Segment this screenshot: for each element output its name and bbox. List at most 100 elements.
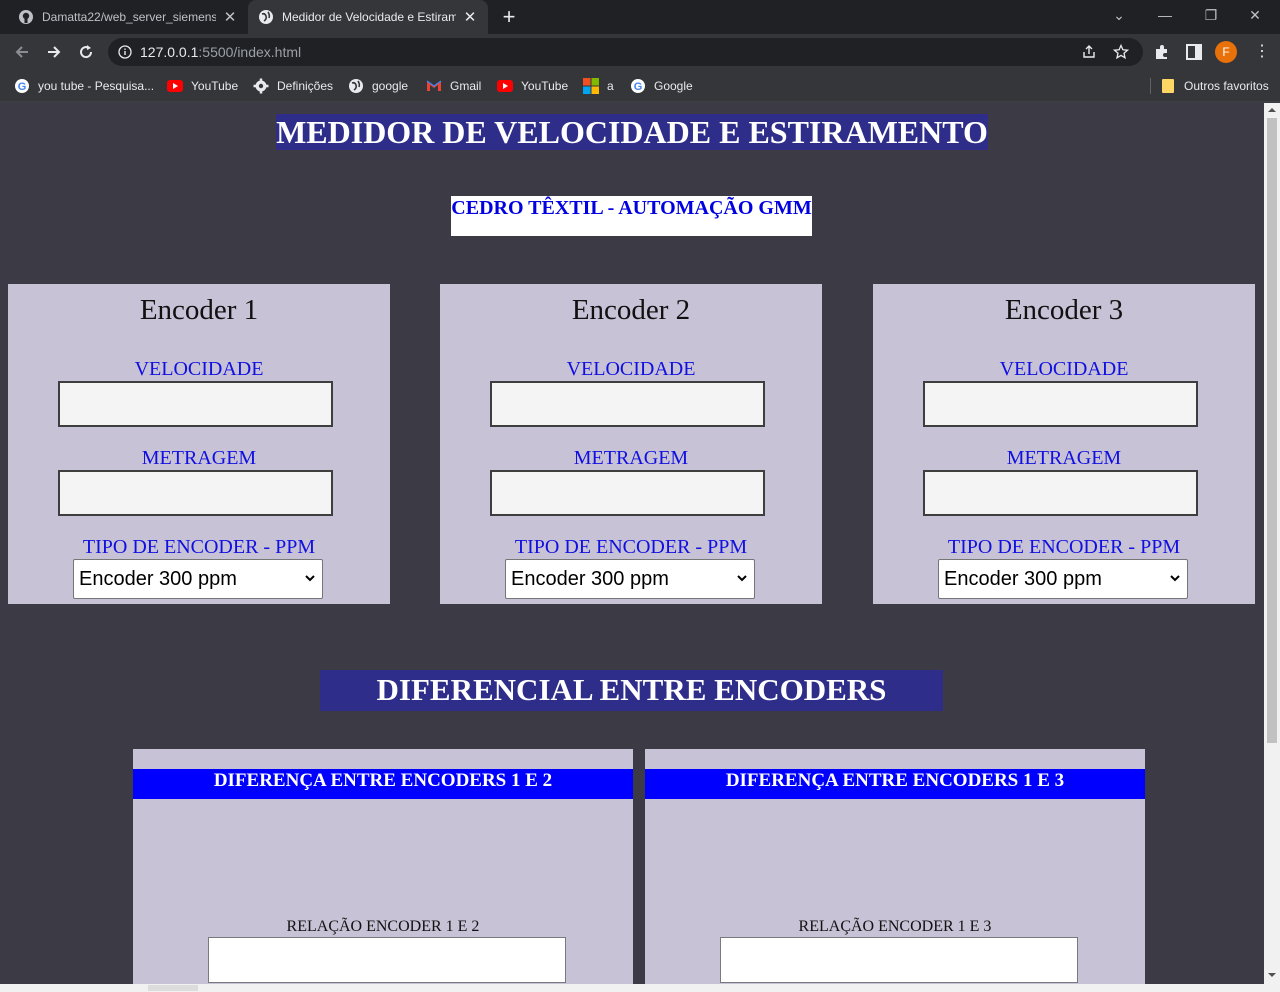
- back-icon[interactable]: [10, 40, 34, 64]
- length-field[interactable]: [923, 470, 1198, 516]
- close-tab-icon[interactable]: ✕: [462, 8, 478, 26]
- bookmarks-bar: G you tube - Pesquisa... YouTube Definiç…: [0, 70, 1280, 102]
- other-bookmarks[interactable]: Outros favoritos: [1160, 75, 1269, 97]
- bookmark-item[interactable]: Gmail: [426, 75, 481, 97]
- encoder-card-3: Encoder 3 VELOCIDADE METRAGEM TIPO DE EN…: [873, 284, 1255, 604]
- profile-avatar[interactable]: F: [1215, 41, 1237, 63]
- google-icon: G: [14, 78, 30, 94]
- svg-text:G: G: [634, 81, 643, 93]
- encoder-title: Encoder 2: [571, 294, 691, 326]
- chevron-down-icon: [305, 575, 315, 582]
- extensions-icon[interactable]: [1152, 42, 1172, 62]
- bookmark-label: Gmail: [450, 79, 482, 93]
- minimize-button[interactable]: —: [1142, 0, 1188, 30]
- side-panel-icon[interactable]: [1184, 42, 1204, 62]
- github-icon: [19, 10, 33, 24]
- vertical-scrollbar[interactable]: [1264, 103, 1280, 984]
- bookmark-item[interactable]: YouTube: [167, 75, 238, 97]
- tab-title: Medidor de Velocidade e Estiram: [282, 10, 456, 24]
- page-body: MEDIDOR DE VELOCIDADE E ESTIRAMENTO CEDR…: [0, 103, 1264, 984]
- bookmark-item[interactable]: google: [348, 75, 408, 97]
- diff-heading: DIFERENÇA ENTRE ENCODERS 1 E 2: [133, 769, 633, 799]
- scroll-down-icon[interactable]: [1264, 969, 1280, 981]
- bookmark-item[interactable]: Definições: [253, 75, 333, 97]
- svg-text:G: G: [18, 81, 27, 93]
- tab-strip: Damatta22/web_server_siemens ✕ Medidor d…: [0, 0, 1280, 34]
- speed-label: VELOCIDADE: [134, 358, 264, 380]
- length-label: METRAGEM: [141, 447, 257, 469]
- encoder-type-select[interactable]: Encoder 300 ppm: [938, 559, 1188, 599]
- bookmark-label: Google: [654, 79, 693, 93]
- globe-icon: [259, 10, 273, 24]
- bookmark-label: YouTube: [521, 79, 569, 93]
- address-bar[interactable]: 127.0.0.1:5500/index.html: [108, 38, 1143, 66]
- microsoft-icon: [583, 78, 599, 94]
- bookmark-label: YouTube: [191, 79, 239, 93]
- close-window-button[interactable]: ✕: [1232, 0, 1278, 30]
- share-icon[interactable]: [1081, 44, 1097, 60]
- speed-label: VELOCIDADE: [566, 358, 696, 380]
- forward-icon[interactable]: [42, 40, 66, 64]
- encoder-type-select[interactable]: Encoder 300 ppm: [505, 559, 755, 599]
- horizontal-scroll-thumb[interactable]: [148, 985, 198, 991]
- info-icon[interactable]: [118, 45, 132, 59]
- bookmark-label: you tube - Pesquisa...: [38, 79, 155, 93]
- tab-search-icon[interactable]: ⌄: [1096, 0, 1142, 30]
- tab-medidor[interactable]: Medidor de Velocidade e Estiram ✕: [248, 0, 488, 34]
- bookmark-item[interactable]: G you tube - Pesquisa...: [14, 75, 154, 97]
- diff-card-1-3: DIFERENÇA ENTRE ENCODERS 1 E 3 RELAÇÃO E…: [645, 749, 1145, 984]
- tab-github[interactable]: Damatta22/web_server_siemens ✕: [8, 0, 248, 34]
- bookmark-item[interactable]: a: [583, 75, 614, 97]
- relation-label: RELAÇÃO ENCODER 1 E 2: [286, 918, 480, 935]
- length-field[interactable]: [58, 470, 333, 516]
- scroll-up-icon[interactable]: [1264, 104, 1280, 116]
- encoder-card-2: Encoder 2 VELOCIDADE METRAGEM TIPO DE EN…: [440, 284, 822, 604]
- chevron-down-icon: [737, 575, 747, 582]
- bookmark-item[interactable]: YouTube: [497, 75, 568, 97]
- encoder-type-select[interactable]: Encoder 300 ppm: [73, 559, 323, 599]
- folder-icon: [1160, 78, 1176, 94]
- relation-field[interactable]: [208, 937, 566, 983]
- encoder-title: Encoder 1: [139, 294, 259, 326]
- bookmarks-divider: [1150, 78, 1151, 94]
- encoder-type-value: Encoder 300 ppm: [511, 567, 669, 590]
- gear-icon: [253, 78, 269, 94]
- bookmark-item[interactable]: G Google: [630, 75, 693, 97]
- vertical-scroll-thumb[interactable]: [1267, 118, 1277, 743]
- length-label: METRAGEM: [1006, 447, 1122, 469]
- encoder-card-1: Encoder 1 VELOCIDADE METRAGEM TIPO DE EN…: [8, 284, 390, 604]
- tab-title: Damatta22/web_server_siemens: [42, 10, 216, 24]
- restore-button[interactable]: ❐: [1188, 0, 1234, 30]
- other-bookmarks-label: Outros favoritos: [1184, 79, 1269, 93]
- close-tab-icon[interactable]: ✕: [222, 8, 238, 26]
- encoder-title: Encoder 3: [1004, 294, 1124, 326]
- new-tab-button[interactable]: +: [497, 4, 521, 30]
- diff-heading: DIFERENÇA ENTRE ENCODERS 1 E 3: [645, 769, 1145, 799]
- encoder-type-label: TIPO DE ENCODER - PPM: [947, 536, 1181, 558]
- chevron-down-icon: [1170, 575, 1180, 582]
- globe-icon: [348, 78, 364, 94]
- youtube-icon: [167, 78, 183, 94]
- encoder-type-label: TIPO DE ENCODER - PPM: [82, 536, 316, 558]
- diff-section-title: DIFERENCIAL ENTRE ENCODERS: [320, 670, 943, 711]
- url-text: 127.0.0.1:5500/index.html: [140, 44, 302, 60]
- speed-field[interactable]: [923, 381, 1198, 427]
- browser-toolbar: 127.0.0.1:5500/index.html F ⋮: [0, 34, 1280, 70]
- encoder-type-value: Encoder 300 ppm: [79, 567, 237, 590]
- google-icon: G: [630, 78, 646, 94]
- menu-kebab-icon[interactable]: ⋮: [1252, 42, 1272, 62]
- horizontal-scrollbar[interactable]: [0, 984, 1280, 992]
- reload-icon[interactable]: [74, 40, 98, 64]
- gmail-icon: [426, 78, 442, 94]
- relation-label: RELAÇÃO ENCODER 1 E 3: [798, 918, 992, 935]
- speed-field[interactable]: [490, 381, 765, 427]
- relation-field[interactable]: [720, 937, 1078, 983]
- star-icon[interactable]: [1113, 44, 1129, 60]
- speed-field[interactable]: [58, 381, 333, 427]
- length-field[interactable]: [490, 470, 765, 516]
- diff-card-1-2: DIFERENÇA ENTRE ENCODERS 1 E 2 RELAÇÃO E…: [133, 749, 633, 984]
- encoder-type-label: TIPO DE ENCODER - PPM: [514, 536, 748, 558]
- length-label: METRAGEM: [573, 447, 689, 469]
- page-subtitle: CEDRO TÊXTIL - AUTOMAÇÃO GMM: [451, 196, 812, 236]
- youtube-icon: [497, 78, 513, 94]
